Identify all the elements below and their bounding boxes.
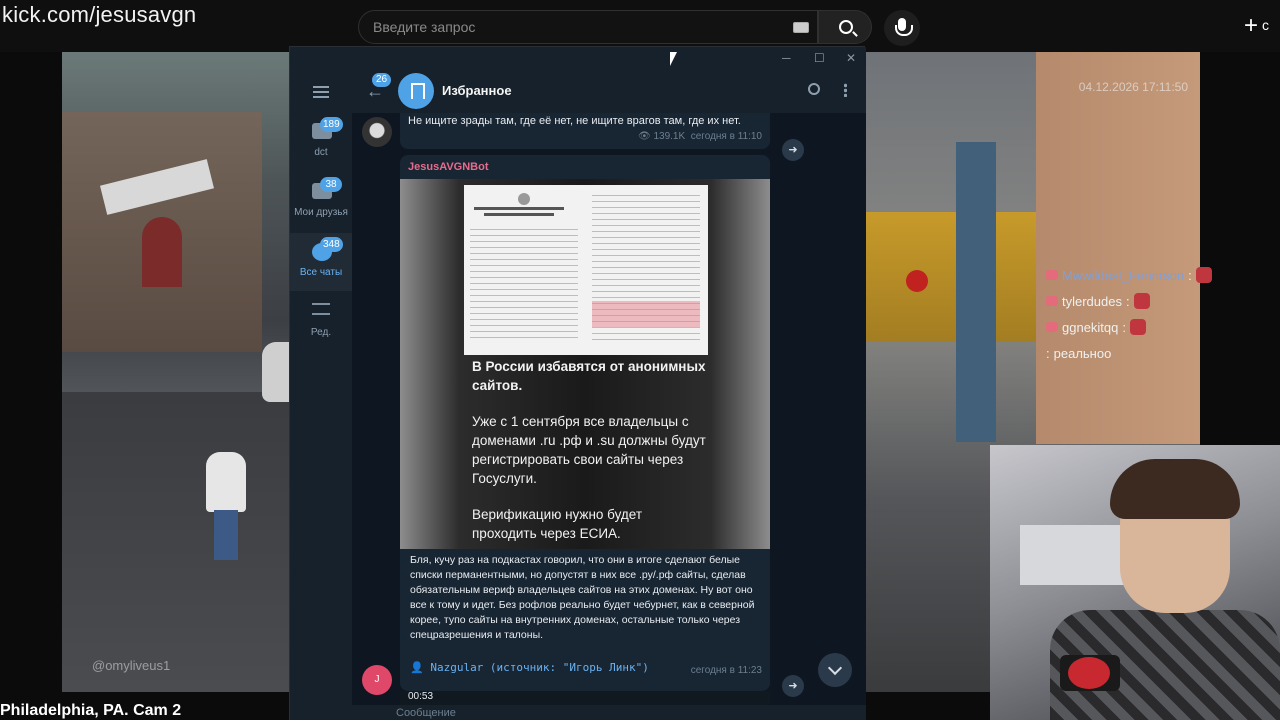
- pillar: [956, 142, 996, 442]
- maximize-icon[interactable]: ☐: [814, 51, 825, 65]
- school-bus: [866, 212, 1036, 342]
- telegram-window: ─ ☐ ✕ 189 dct 38 Мои друзья 348 Все чаты: [289, 46, 866, 720]
- folder-edit[interactable]: Ред.: [290, 293, 352, 351]
- message-bubble[interactable]: JesusAVGNBot В России избавятся от анони…: [400, 155, 770, 691]
- stream-chat: Mwwildest_Fenrirson : tylerdudes : ggnek…: [1046, 262, 1246, 366]
- law-document-image: [464, 185, 708, 355]
- view-count: 139.1K: [653, 131, 686, 142]
- screen: kick.com/jesusavgn Введите запрос + с @om…: [0, 0, 1280, 720]
- folder-all-chats[interactable]: 348 Все чаты: [290, 233, 352, 291]
- close-icon[interactable]: ✕: [846, 51, 856, 65]
- search-icon: [839, 20, 853, 34]
- message-text: Не ищите зрады там, где её нет, не ищите…: [408, 115, 741, 127]
- message-composer[interactable]: Сообщение: [352, 705, 866, 720]
- folder-sidebar: 189 dct 38 Мои друзья 348 Все чаты Ред.: [290, 69, 352, 720]
- chat-username: tylerdudes: [1062, 293, 1122, 309]
- chat-message: tylerdudes :: [1046, 288, 1246, 314]
- folder-label: dct: [314, 147, 328, 158]
- hoodie: [206, 452, 246, 512]
- chat-title[interactable]: Избранное: [442, 83, 512, 98]
- voice-search-button[interactable]: [884, 10, 920, 46]
- pedestrian: [204, 440, 246, 560]
- chat-header: ← 26 Избранное: [352, 69, 866, 113]
- bookmark-icon: [398, 73, 434, 109]
- street: [62, 392, 292, 692]
- unread-count: 38: [320, 177, 342, 192]
- chat-message: : реальноо: [1046, 345, 1112, 361]
- emote-icon: [1195, 267, 1212, 283]
- sub-badge-icon: [1046, 322, 1058, 332]
- sub-badge-icon: [1046, 296, 1058, 306]
- emote-icon: [1130, 319, 1147, 335]
- message-bubble[interactable]: Не ищите зрады там, где её нет, не ищите…: [400, 113, 770, 149]
- search-input[interactable]: Введите запрос: [358, 10, 818, 44]
- create-button[interactable]: + с: [1244, 12, 1269, 42]
- window-titlebar: ─ ☐ ✕: [290, 47, 866, 69]
- camera-watermark: @omyliveus1: [92, 658, 171, 673]
- folder-label: Мои друзья: [294, 207, 348, 218]
- jeans: [214, 510, 238, 560]
- message-time: сегодня в 11:10: [690, 131, 762, 142]
- create-label: с: [1262, 17, 1270, 33]
- red-door: [142, 217, 182, 287]
- chat-message: Mwwildest_Fenrirson :: [1046, 262, 1246, 288]
- stream-title: Philadelphia, PA. Cam 2: [0, 702, 182, 719]
- sender-avatar[interactable]: J: [362, 665, 392, 695]
- unread-count: 189: [320, 117, 343, 132]
- chat-message: ggnekitqq :: [1046, 314, 1246, 340]
- mouse-cursor-icon: [670, 52, 677, 66]
- photo-footer: Верификацию нужно будет проходить через …: [472, 507, 643, 541]
- message-photo[interactable]: В России избавятся от анонимных сайтов. …: [400, 179, 770, 549]
- keyboard-icon[interactable]: [793, 22, 809, 33]
- url-text[interactable]: kick.com/jesusavgn: [2, 2, 196, 28]
- streamer-hair: [1110, 459, 1240, 519]
- search-placeholder: Введите запрос: [373, 19, 476, 35]
- menu-icon[interactable]: [313, 86, 329, 98]
- unread-count: 348: [320, 237, 343, 252]
- message-caption: Бля, кучу раз на подкастах говорил, что …: [410, 554, 755, 641]
- folder-dct[interactable]: 189 dct: [290, 113, 352, 171]
- search-button[interactable]: [818, 10, 872, 44]
- photo-headline: В России избавятся от анонимных сайтов.: [472, 359, 706, 393]
- forward-icon[interactable]: ➜: [782, 139, 804, 161]
- forward-icon[interactable]: ➜: [782, 675, 804, 697]
- stop-sign: [906, 270, 928, 292]
- photo-body: Уже с 1 сентября все владельцы с доменам…: [472, 414, 706, 486]
- emblem-icon: [518, 193, 530, 205]
- chat-text: реальноо: [1053, 345, 1112, 361]
- sliders-icon: [312, 303, 330, 315]
- back-unread-count: 26: [372, 73, 392, 87]
- message-time: сегодня в 11:23: [690, 665, 762, 676]
- search-icon[interactable]: [808, 83, 820, 95]
- brick-pillar: [1036, 52, 1200, 444]
- camera-timestamp: 04.12.2026 17:11:50: [1078, 80, 1188, 94]
- folder-label: Ред.: [310, 327, 332, 338]
- minimize-icon[interactable]: ─: [782, 51, 791, 65]
- folder-label: Все чаты: [299, 267, 343, 278]
- scroll-down-button[interactable]: [818, 653, 852, 687]
- sub-badge-icon: [1046, 270, 1058, 280]
- sender-name[interactable]: JesusAVGNBot: [408, 161, 488, 173]
- chat-username: ggnekitqq: [1062, 319, 1119, 335]
- message-meta: 👁 139.1K сегодня в 11:10: [637, 131, 762, 142]
- chat-username: Mwwildest_Fenrirson: [1062, 267, 1185, 283]
- chat-area: ← 26 Избранное Не ищите зрады там, где е…: [352, 69, 866, 720]
- composer-placeholder: Сообщение: [396, 707, 456, 719]
- more-icon[interactable]: [844, 83, 847, 97]
- player-time: 00:53: [408, 691, 434, 702]
- highlight: [592, 301, 700, 327]
- streamer-webcam: [990, 445, 1280, 720]
- audio-player[interactable]: 00:53: [400, 691, 770, 705]
- mic-pop-filter: [1068, 657, 1110, 689]
- sender-avatar[interactable]: [362, 117, 392, 147]
- forward-source[interactable]: 👤 Nazgular (источник: "Игорь Линк"): [410, 661, 649, 674]
- camera-feed-left: @omyliveus1: [62, 52, 302, 692]
- folder-friends[interactable]: 38 Мои друзья: [290, 173, 352, 231]
- emote-icon: [1133, 293, 1150, 309]
- photo-text: В России избавятся от анонимных сайтов. …: [472, 357, 708, 543]
- browser-topbar: kick.com/jesusavgn Введите запрос + с: [0, 0, 1280, 52]
